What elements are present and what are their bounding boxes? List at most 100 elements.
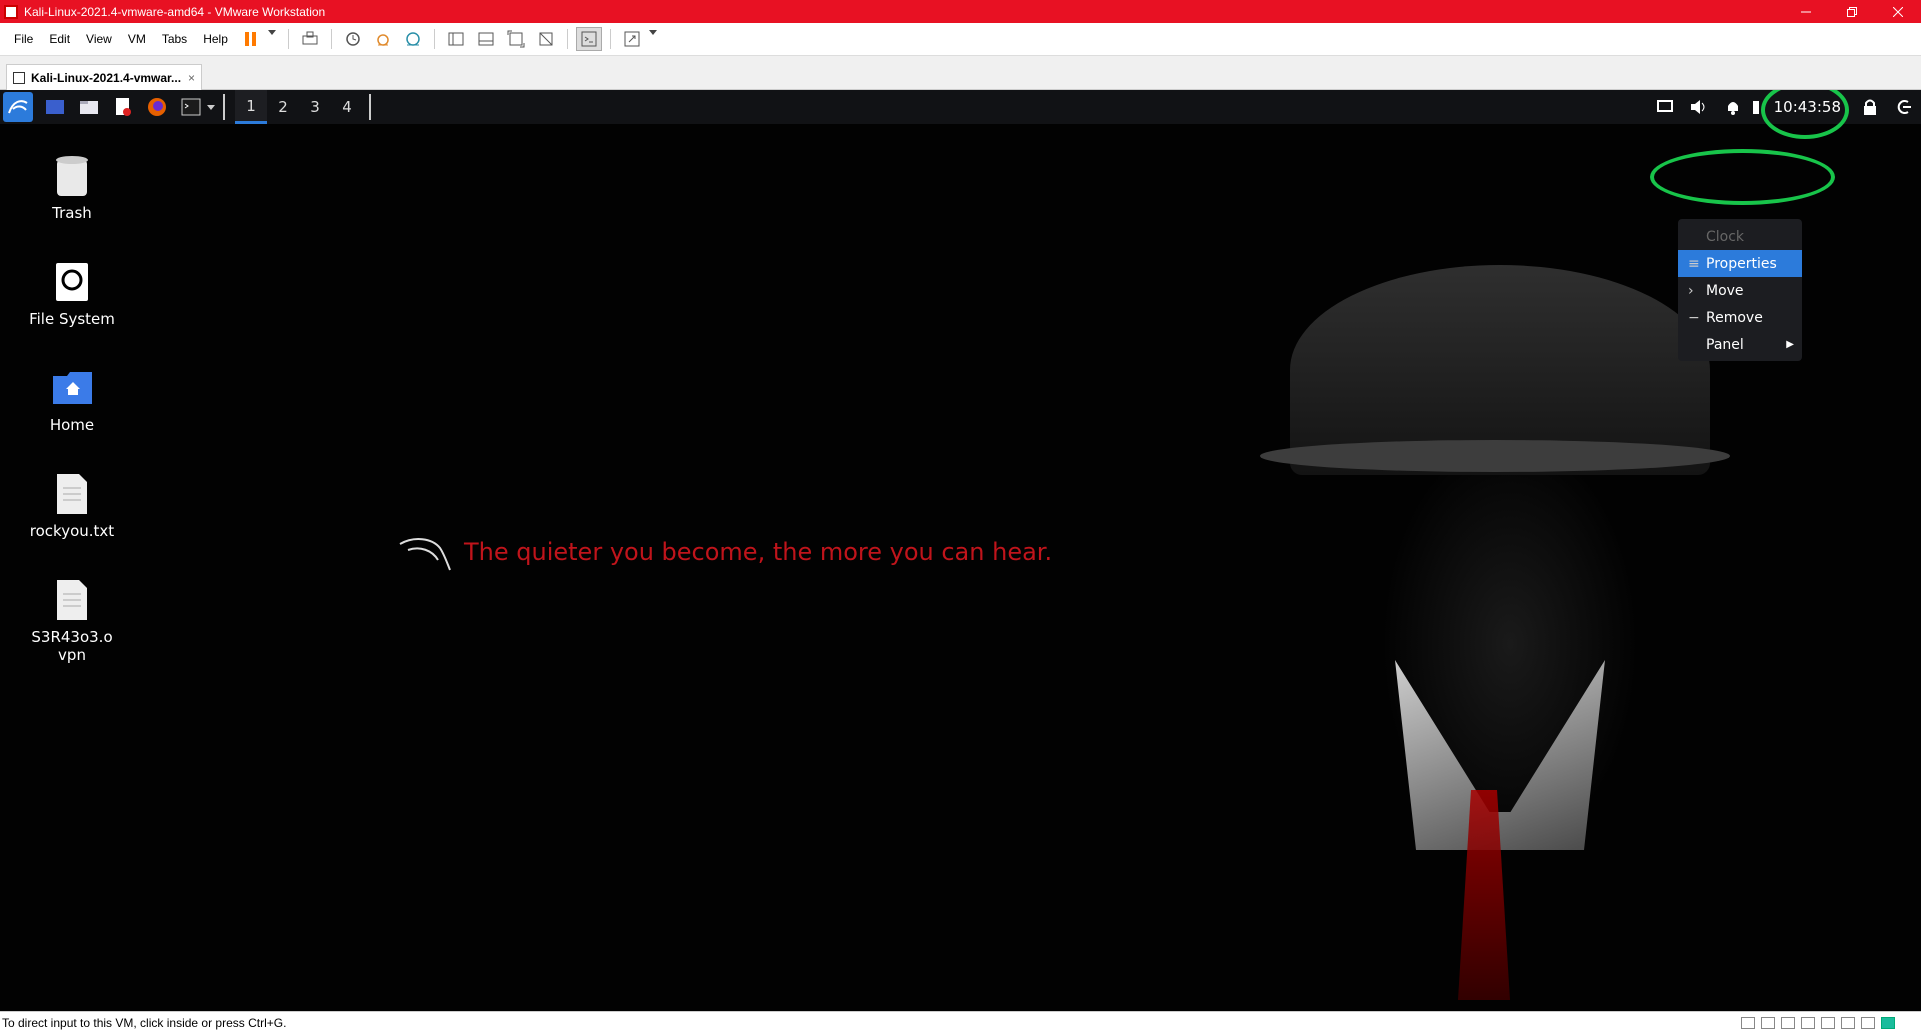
kali-dragon-logo-icon [399, 538, 451, 571]
stretch-guest-button[interactable] [619, 27, 645, 51]
kali-menu-button[interactable] [3, 92, 33, 122]
volume-button[interactable] [1682, 99, 1716, 115]
context-menu-header-clock: Clock [1706, 228, 1745, 245]
clock-context-menu: Clock ≡ Properties › Move − Remove Panel ▶ [1678, 219, 1802, 361]
status-bar: To direct input to this VM, click inside… [0, 1011, 1921, 1033]
slogan-text: The quieter you become, the more you can… [464, 538, 1053, 566]
toolbar-separator [287, 29, 289, 49]
stretch-dropdown-button[interactable] [648, 27, 661, 51]
menu-help[interactable]: Help [195, 32, 236, 46]
usb-status-icon[interactable] [1801, 1016, 1815, 1029]
firefox-button[interactable] [145, 95, 169, 119]
toolbar-separator [330, 29, 332, 49]
message-log-icon[interactable] [1881, 1016, 1895, 1029]
menu-vm[interactable]: VM [120, 32, 154, 46]
notifications-button[interactable] [1716, 99, 1750, 115]
kali-dragon-icon [8, 100, 28, 114]
restore-icon [1847, 6, 1857, 17]
kali-top-panel: 1 2 3 4 10:43:58 [0, 90, 1921, 124]
context-menu-panel[interactable]: Panel ▶ [1678, 331, 1802, 358]
vmware-app-icon [4, 4, 18, 19]
sound-status-icon[interactable] [1821, 1016, 1835, 1029]
vm-screen[interactable]: 1 2 3 4 10:43:58 Trash File System Home … [0, 90, 1921, 1011]
properties-icon: ≡ [1688, 255, 1700, 272]
desktop-icon-ovpn[interactable]: S3R43o3.ovpn [30, 578, 114, 664]
cd-dvd-status-icon[interactable] [1761, 1016, 1775, 1029]
wallpaper-hat-brim [1260, 440, 1730, 472]
logout-button[interactable] [1887, 99, 1921, 115]
snapshot-button[interactable] [340, 27, 366, 51]
menu-file[interactable]: File [6, 32, 41, 46]
unity-icon [539, 32, 553, 46]
menu-view[interactable]: View [78, 32, 120, 46]
minimize-button[interactable] [1783, 0, 1829, 23]
display-status-icon[interactable] [1861, 1016, 1875, 1029]
toolbar-separator [433, 29, 435, 49]
vmware-workstation-window: Kali-Linux-2021.4-vmware-amd64 - VMware … [0, 0, 1921, 1033]
full-screen-button[interactable] [503, 27, 529, 51]
vm-tab-icon [13, 71, 25, 84]
unity-button[interactable] [533, 27, 559, 51]
desktop-icon-label: S3R43o3.ovpn [31, 628, 113, 664]
move-icon: › [1688, 282, 1694, 299]
workspace-4[interactable]: 4 [331, 90, 363, 124]
text-editor-icon [116, 98, 131, 116]
vm-tab-close-icon[interactable]: × [188, 71, 195, 85]
keyboard-icon [302, 31, 318, 45]
text-editor-button[interactable] [111, 95, 135, 119]
desktop-icon-trash[interactable]: Trash [24, 154, 120, 222]
menu-tabs[interactable]: Tabs [154, 32, 195, 46]
thumbnail-bar-icon [478, 32, 494, 46]
workspace-3[interactable]: 3 [299, 90, 331, 124]
revert-snapshot-button[interactable] [370, 27, 396, 51]
context-menu-move[interactable]: › Move [1678, 277, 1802, 304]
status-hint: To direct input to this VM, click inside… [2, 1015, 287, 1030]
show-library-button[interactable] [443, 27, 469, 51]
desktop-icon-file-system[interactable]: File System [24, 260, 120, 328]
hard-disk-status-icon[interactable] [1741, 1016, 1755, 1029]
lock-icon [1864, 99, 1876, 115]
stretch-icon [624, 31, 640, 47]
drive-icon [52, 260, 92, 304]
vm-tab[interactable]: Kali-Linux-2021.4-vmwar... × [6, 64, 202, 90]
wallpaper-figure [1200, 124, 1921, 1011]
context-menu-properties[interactable]: ≡ Properties [1678, 250, 1802, 277]
send-ctrl-alt-del-button[interactable] [297, 27, 323, 51]
volume-icon [1690, 100, 1705, 114]
remove-icon: − [1688, 309, 1700, 326]
lock-screen-button[interactable] [1853, 99, 1887, 115]
display-button[interactable] [1648, 100, 1682, 114]
terminal-dropdown-button[interactable] [205, 95, 217, 119]
file-manager-icon [80, 101, 98, 114]
workspace-1[interactable]: 1 [235, 90, 267, 124]
power-dropdown-button[interactable] [267, 27, 280, 51]
power-indicator-button[interactable] [1750, 99, 1762, 115]
network-status-icon[interactable] [1781, 1016, 1795, 1029]
logout-icon [1897, 100, 1911, 114]
battery-icon [1752, 101, 1759, 114]
pause-vm-button[interactable] [238, 27, 264, 51]
close-button[interactable] [1875, 0, 1921, 23]
show-desktop-button[interactable] [43, 95, 67, 119]
desktop-icon-home[interactable]: Home [24, 366, 120, 434]
snapshot-manager-button[interactable] [400, 27, 426, 51]
menu-edit[interactable]: Edit [41, 32, 78, 46]
submenu-arrow-icon: ▶ [1786, 339, 1794, 350]
terminal-button[interactable] [179, 95, 203, 119]
text-file-icon [52, 578, 92, 622]
terminal-icon [581, 31, 597, 47]
restore-button[interactable] [1829, 0, 1875, 23]
context-menu-remove[interactable]: − Remove [1678, 304, 1802, 331]
desktop-icon-rockyou[interactable]: rockyou.txt [24, 472, 120, 540]
pause-icon [245, 32, 257, 46]
printer-status-icon[interactable] [1841, 1016, 1855, 1029]
desktop-icon-label: Trash [52, 204, 92, 222]
window-title: Kali-Linux-2021.4-vmware-amd64 - VMware … [24, 4, 326, 19]
show-thumbnail-bar-button[interactable] [473, 27, 499, 51]
annotation-circle-properties [1650, 149, 1835, 205]
console-view-button[interactable] [575, 27, 602, 51]
panel-separator [369, 94, 371, 120]
file-manager-button[interactable] [77, 95, 101, 119]
toolbar-separator [609, 29, 611, 49]
workspace-2[interactable]: 2 [267, 90, 299, 124]
